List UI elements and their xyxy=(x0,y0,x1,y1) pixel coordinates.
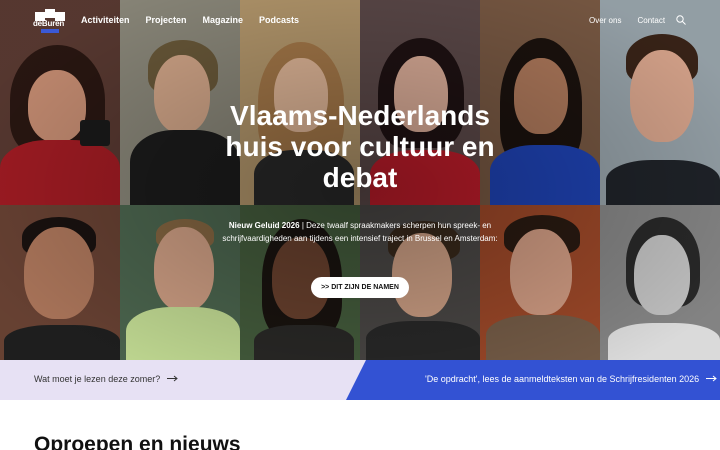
site-logo[interactable]: deBuren xyxy=(33,9,67,33)
logo-bar xyxy=(41,29,59,33)
hero-intro-bold: Nieuw Geluid 2026 xyxy=(228,221,300,230)
nav-item-podcasts[interactable]: Podcasts xyxy=(259,15,299,25)
nav-item-contact[interactable]: Contact xyxy=(637,16,665,25)
banner-right-label: 'De opdracht', lees de aanmeldteksten va… xyxy=(425,374,700,384)
banner-left-label: Wat moet je lezen deze zomer? xyxy=(34,374,161,384)
section-title: Oproepen en nieuws xyxy=(34,433,241,450)
top-navigation: deBuren Activiteiten Projecten Magazine … xyxy=(0,0,720,42)
search-icon[interactable] xyxy=(676,15,686,25)
banner-left-link[interactable]: Wat moet je lezen deze zomer? xyxy=(34,374,178,384)
secondary-menu: Over ons Contact xyxy=(589,16,665,25)
nav-item-over-ons[interactable]: Over ons xyxy=(589,16,621,25)
banner-right-link[interactable]: 'De opdracht', lees de aanmeldteksten va… xyxy=(425,374,717,384)
arrow-right-icon xyxy=(705,375,717,382)
logo-text: deBuren xyxy=(33,19,65,28)
main-menu: Activiteiten Projecten Magazine Podcasts xyxy=(81,15,299,25)
nav-item-activiteiten[interactable]: Activiteiten xyxy=(81,15,130,25)
hero-intro: Nieuw Geluid 2026 | Deze twaalf spraakma… xyxy=(212,219,508,245)
nav-item-projecten[interactable]: Projecten xyxy=(146,15,187,25)
hero-headline: Vlaams-Nederlands huis voor cultuur en d… xyxy=(225,100,495,193)
nav-item-magazine[interactable]: Magazine xyxy=(203,15,244,25)
page: deBuren Activiteiten Projecten Magazine … xyxy=(0,0,720,450)
arrow-right-icon xyxy=(166,375,178,382)
cta-button[interactable]: >> DIT ZIJN DE NAMEN xyxy=(311,277,409,298)
